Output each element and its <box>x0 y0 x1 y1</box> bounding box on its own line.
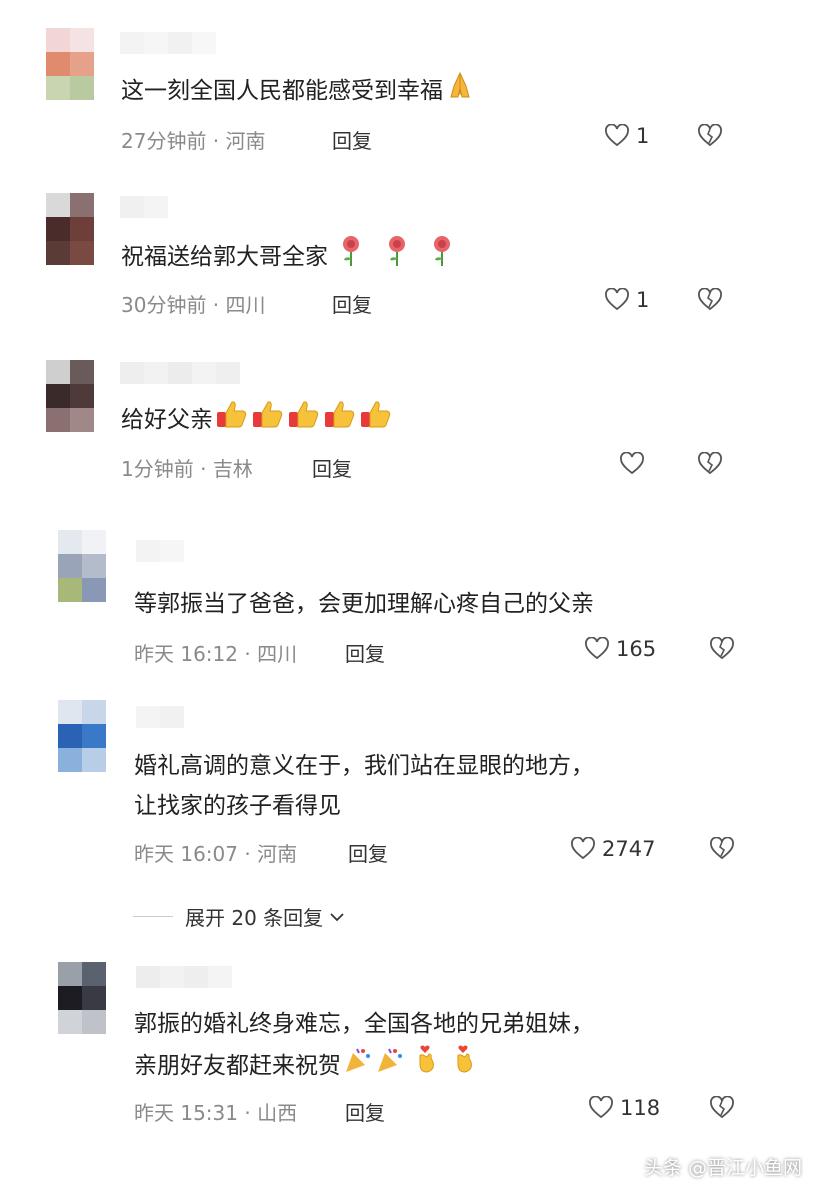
reply-button[interactable]: 回复 <box>332 125 372 154</box>
heart-icon <box>605 288 629 311</box>
rose-icon <box>383 234 411 281</box>
comment-meta: 30分钟前 · 四川 <box>121 293 266 317</box>
comment-text: 给好父亲 <box>121 398 393 443</box>
expand-replies-label: 展开 20 条回复 <box>185 906 324 930</box>
username-blurred[interactable] <box>136 966 232 988</box>
avatar[interactable] <box>46 28 94 100</box>
finger-heart-icon <box>451 1044 479 1089</box>
reply-button[interactable]: 回复 <box>332 289 372 318</box>
broken-heart-icon[interactable] <box>709 836 735 865</box>
like-button[interactable]: 1 <box>604 288 649 312</box>
like-button[interactable]: 165 <box>584 637 656 661</box>
rose-icon <box>337 234 365 281</box>
comment-text-line: 亲朋好友都赶来祝贺 <box>134 1044 594 1089</box>
comment-text-line: 郭振的婚礼终身难忘，全国各地的兄弟姐妹， <box>134 1011 594 1037</box>
avatar[interactable] <box>58 962 106 1034</box>
broken-heart-icon[interactable] <box>709 1095 735 1124</box>
username-blurred[interactable] <box>120 196 168 218</box>
expand-replies-button[interactable]: 展开 20 条回复 <box>133 902 345 931</box>
comment-meta: 昨天 16:07 · 河南 <box>134 842 298 866</box>
heart-icon <box>605 124 629 147</box>
party-popper-icon <box>375 1045 405 1088</box>
comment-meta: 27分钟前 · 河南 <box>121 129 266 153</box>
finger-heart-icon <box>413 1044 441 1089</box>
heart-icon <box>589 1096 613 1119</box>
rose-icon <box>428 234 456 281</box>
comment-text: 等郭振当了爸爸，会更加理解心疼自己的父亲 <box>134 591 594 617</box>
chevron-down-icon <box>330 912 344 921</box>
like-button[interactable] <box>619 452 651 476</box>
pray-icon <box>445 70 475 113</box>
avatar[interactable] <box>58 530 106 602</box>
like-button[interactable]: 2747 <box>570 837 655 861</box>
username-blurred[interactable] <box>120 362 240 384</box>
reply-button[interactable]: 回复 <box>348 838 388 867</box>
avatar[interactable] <box>46 360 94 432</box>
thumbs-up-icon <box>359 398 393 443</box>
like-button[interactable]: 1 <box>604 124 649 148</box>
comment-meta: 1分钟前 · 吉林 <box>121 457 253 481</box>
broken-heart-icon[interactable] <box>697 451 723 480</box>
comment-text: 祝福送给郭大哥全家 <box>121 234 456 281</box>
like-count: 2747 <box>602 837 656 861</box>
comment-text: 这一刻全国人民都能感受到幸福 <box>121 70 475 113</box>
username-blurred[interactable] <box>136 706 184 728</box>
like-count: 118 <box>620 1096 661 1120</box>
thumbs-up-icon <box>287 398 321 443</box>
watermark: 头条 @晋江小鱼网 <box>643 1157 802 1179</box>
heart-icon <box>585 637 609 660</box>
party-popper-icon <box>343 1045 373 1088</box>
heart-icon <box>620 452 644 475</box>
broken-heart-icon[interactable] <box>697 123 723 152</box>
avatar[interactable] <box>46 193 94 265</box>
broken-heart-icon[interactable] <box>697 287 723 316</box>
comment-text: 郭振的婚礼终身难忘，全国各地的兄弟姐妹， 亲朋好友都赶来祝贺 <box>134 1004 594 1089</box>
reply-button[interactable]: 回复 <box>345 1097 385 1126</box>
reply-button[interactable]: 回复 <box>345 638 385 667</box>
broken-heart-icon[interactable] <box>709 636 735 665</box>
thumbs-up-icon <box>251 398 285 443</box>
comment-meta: 昨天 16:12 · 四川 <box>134 642 298 666</box>
like-count: 165 <box>616 637 657 661</box>
comment-text-line: 婚礼高调的意义在于，我们站在显眼的地方， <box>134 753 594 779</box>
like-count: 1 <box>636 124 650 148</box>
avatar[interactable] <box>58 700 106 772</box>
username-blurred[interactable] <box>136 540 184 562</box>
divider <box>133 916 173 917</box>
username-blurred[interactable] <box>120 32 216 54</box>
comment-text: 婚礼高调的意义在于，我们站在显眼的地方， 让找家的孩子看得见 <box>134 746 594 826</box>
thumbs-up-icon <box>215 398 249 443</box>
reply-button[interactable]: 回复 <box>312 453 352 482</box>
comment-text-line: 让找家的孩子看得见 <box>134 793 341 819</box>
thumbs-up-icon <box>323 398 357 443</box>
heart-icon <box>571 837 595 860</box>
like-button[interactable]: 118 <box>588 1096 660 1120</box>
comment-meta: 昨天 15:31 · 山西 <box>134 1101 298 1125</box>
like-count: 1 <box>636 288 650 312</box>
